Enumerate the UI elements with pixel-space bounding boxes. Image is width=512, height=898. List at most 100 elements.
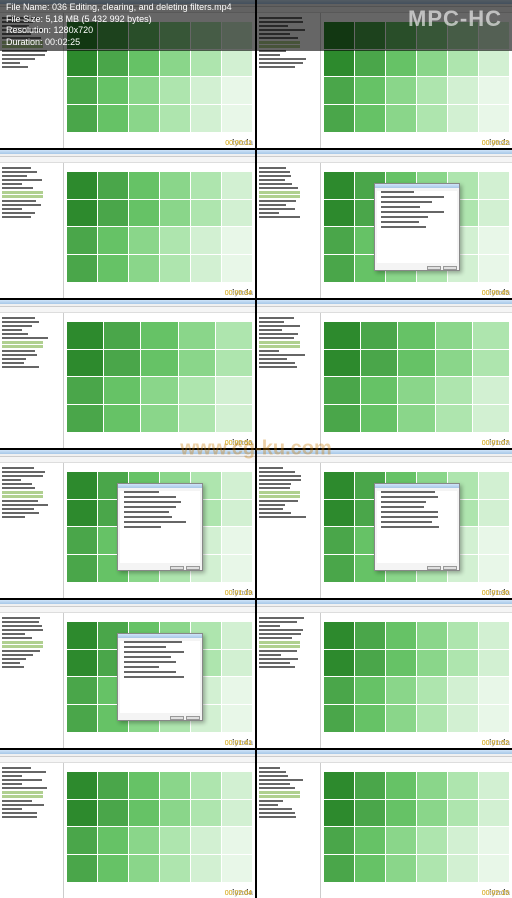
treemap-cell xyxy=(324,172,354,199)
treemap-cell xyxy=(222,827,252,854)
worksheet-view[interactable] xyxy=(64,163,255,298)
worksheet-view[interactable] xyxy=(321,763,512,898)
video-thumbnail[interactable]: lynda00:01:52 xyxy=(257,600,512,748)
treemap-cell xyxy=(191,227,221,254)
ok-button[interactable] xyxy=(427,566,441,570)
data-panel[interactable] xyxy=(0,613,64,748)
treemap-cell xyxy=(324,255,354,282)
treemap-cell xyxy=(324,555,354,582)
treemap-cell xyxy=(436,405,472,432)
video-thumbnail[interactable]: lynda00:01:19 xyxy=(0,450,255,598)
treemap-cell xyxy=(324,527,354,554)
treemap-cell xyxy=(398,405,434,432)
worksheet-view[interactable] xyxy=(64,613,255,748)
data-panel[interactable] xyxy=(257,313,321,448)
treemap-cell xyxy=(479,105,509,132)
treemap-cell xyxy=(355,622,385,649)
data-panel[interactable] xyxy=(0,463,64,598)
treemap-cell xyxy=(324,322,360,349)
thumbnail-timestamp: 00:00:22 xyxy=(481,140,510,147)
treemap-cell xyxy=(222,200,252,227)
filter-dialog[interactable] xyxy=(117,483,203,571)
treemap-cell xyxy=(355,650,385,677)
video-thumbnail[interactable]: lynda00:01:30 xyxy=(257,450,512,598)
filter-dialog[interactable] xyxy=(374,483,460,571)
treemap-cell xyxy=(67,772,97,799)
thumbnail-timestamp: 00:01:07 xyxy=(481,440,510,447)
treemap-cell xyxy=(129,172,159,199)
treemap-visualization xyxy=(324,622,509,732)
video-thumbnail[interactable]: lynda00:02:15 xyxy=(257,750,512,898)
video-thumbnail[interactable]: lynda00:00:56 xyxy=(0,300,255,448)
treemap-cell xyxy=(479,200,509,227)
cancel-button[interactable] xyxy=(443,266,457,270)
treemap-cell xyxy=(67,77,97,104)
thumbnail-timestamp: 00:01:52 xyxy=(481,740,510,747)
treemap-cell xyxy=(222,500,252,527)
data-panel[interactable] xyxy=(0,313,64,448)
treemap-cell xyxy=(191,855,221,882)
data-panel[interactable] xyxy=(0,763,64,898)
treemap-cell xyxy=(386,650,416,677)
treemap-cell xyxy=(67,827,97,854)
filter-dialog[interactable] xyxy=(374,183,460,271)
treemap-cell xyxy=(129,800,159,827)
worksheet-view[interactable] xyxy=(321,613,512,748)
video-thumbnail[interactable]: lynda00:02:04 xyxy=(0,750,255,898)
ok-button[interactable] xyxy=(170,566,184,570)
treemap-cell xyxy=(191,50,221,77)
data-panel[interactable] xyxy=(257,763,321,898)
cancel-button[interactable] xyxy=(186,566,200,570)
treemap-cell xyxy=(479,827,509,854)
treemap-cell xyxy=(129,50,159,77)
thumbnail-timestamp: 00:00:56 xyxy=(224,440,253,447)
treemap-cell xyxy=(479,255,509,282)
video-thumbnail[interactable]: lynda00:00:34 xyxy=(0,150,255,298)
treemap-cell xyxy=(67,472,97,499)
treemap-cell xyxy=(141,350,177,377)
video-thumbnail[interactable]: lynda00:01:41 xyxy=(0,600,255,748)
player-logo: MPC-HC xyxy=(408,6,502,32)
treemap-cell xyxy=(67,705,97,732)
ok-button[interactable] xyxy=(170,716,184,720)
treemap-cell xyxy=(129,77,159,104)
treemap-cell xyxy=(141,405,177,432)
treemap-cell xyxy=(222,677,252,704)
treemap-cell xyxy=(324,827,354,854)
cancel-button[interactable] xyxy=(443,566,457,570)
treemap-cell xyxy=(191,77,221,104)
duration-value: 00:02:25 xyxy=(45,37,80,47)
treemap-cell xyxy=(179,377,215,404)
treemap-cell xyxy=(355,772,385,799)
worksheet-view[interactable] xyxy=(321,463,512,598)
worksheet-view[interactable] xyxy=(321,163,512,298)
treemap-cell xyxy=(179,322,215,349)
worksheet-view[interactable] xyxy=(64,463,255,598)
worksheet-view[interactable] xyxy=(321,313,512,448)
treemap-cell xyxy=(67,855,97,882)
worksheet-view[interactable] xyxy=(64,313,255,448)
video-thumbnail[interactable]: lynda00:00:45 xyxy=(257,150,512,298)
treemap-cell xyxy=(479,77,509,104)
treemap-cell xyxy=(386,105,416,132)
treemap-cell xyxy=(216,322,252,349)
treemap-cell xyxy=(67,172,97,199)
treemap-cell xyxy=(479,527,509,554)
treemap-cell xyxy=(129,105,159,132)
treemap-cell xyxy=(104,322,140,349)
cancel-button[interactable] xyxy=(186,716,200,720)
filter-dialog[interactable] xyxy=(117,633,203,721)
treemap-cell xyxy=(216,350,252,377)
worksheet-view[interactable] xyxy=(64,763,255,898)
ok-button[interactable] xyxy=(427,266,441,270)
treemap-cell xyxy=(386,677,416,704)
data-panel[interactable] xyxy=(257,463,321,598)
treemap-cell xyxy=(361,377,397,404)
treemap-cell xyxy=(98,772,128,799)
treemap-cell xyxy=(67,227,97,254)
data-panel[interactable] xyxy=(0,163,64,298)
treemap-cell xyxy=(324,855,354,882)
data-panel[interactable] xyxy=(257,613,321,748)
video-thumbnail[interactable]: lynda00:01:07 xyxy=(257,300,512,448)
data-panel[interactable] xyxy=(257,163,321,298)
